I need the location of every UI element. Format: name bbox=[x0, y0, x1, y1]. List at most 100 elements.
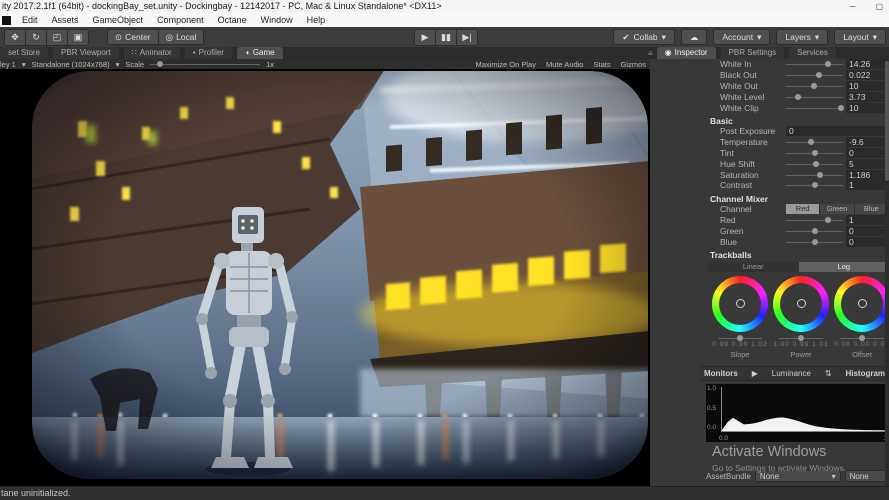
white-out-slider[interactable] bbox=[786, 81, 843, 91]
tab-asset-store[interactable]: set Store bbox=[0, 47, 48, 59]
pause-button[interactable]: ▮▮ bbox=[435, 29, 456, 46]
menu-edit[interactable]: Edit bbox=[15, 15, 45, 25]
power-color-wheel[interactable] bbox=[773, 276, 829, 332]
hue-shift-knob[interactable] bbox=[813, 161, 819, 167]
white-out-knob[interactable] bbox=[811, 83, 817, 89]
slope-slider[interactable] bbox=[718, 335, 762, 341]
menu-component[interactable]: Component bbox=[150, 15, 211, 25]
saturation-value[interactable]: 1.186 bbox=[846, 170, 889, 180]
monitors-mode-dropdown[interactable]: Luminance bbox=[772, 369, 811, 378]
scale-slider-knob[interactable] bbox=[157, 61, 163, 67]
contrast-value[interactable]: 1 bbox=[846, 180, 889, 190]
tab-profiler[interactable]: ▪ Profiler bbox=[185, 47, 232, 59]
tint-knob[interactable] bbox=[812, 150, 818, 156]
power-wheel-cursor[interactable] bbox=[797, 299, 806, 308]
scale-tool-icon[interactable]: ◰ bbox=[46, 29, 67, 46]
post-exposure-field[interactable]: 0 bbox=[786, 126, 889, 136]
tint-slider[interactable] bbox=[786, 148, 843, 158]
white-clip-value[interactable]: 10 bbox=[846, 103, 889, 113]
mixer-blue-value[interactable]: 0 bbox=[846, 237, 889, 247]
contrast-slider[interactable] bbox=[786, 180, 843, 190]
assetbundle-dropdown[interactable]: None ▾ bbox=[755, 470, 841, 482]
menu-octane[interactable]: Octane bbox=[211, 15, 254, 25]
tab-inspector[interactable]: ◉ Inspector bbox=[657, 47, 716, 59]
power-slider[interactable] bbox=[779, 335, 823, 341]
play-button[interactable]: ▶ bbox=[414, 29, 435, 46]
white-level-value[interactable]: 3.73 bbox=[846, 92, 889, 102]
white-level-slider[interactable] bbox=[786, 92, 843, 102]
slope-wheel-cursor[interactable] bbox=[736, 299, 745, 308]
slope-color-wheel[interactable] bbox=[712, 276, 768, 332]
temperature-value[interactable]: -9.6 bbox=[846, 137, 889, 147]
channel-blue-button[interactable]: Blue bbox=[855, 204, 889, 214]
maximize-on-play-toggle[interactable]: Maximize On Play bbox=[476, 60, 536, 69]
offset-wheel-cursor[interactable] bbox=[858, 299, 867, 308]
white-clip-knob[interactable] bbox=[838, 105, 844, 111]
black-out-value[interactable]: 0.022 bbox=[846, 70, 889, 80]
trackballs-linear-tab[interactable]: Linear bbox=[708, 262, 799, 272]
white-in-knob[interactable] bbox=[825, 61, 831, 67]
white-out-value[interactable]: 10 bbox=[846, 81, 889, 91]
stats-toggle[interactable]: Stats bbox=[593, 60, 610, 69]
contrast-knob[interactable] bbox=[812, 182, 818, 188]
saturation-slider[interactable] bbox=[786, 170, 843, 180]
mixer-red-slider[interactable] bbox=[786, 215, 843, 225]
offset-knob[interactable] bbox=[859, 335, 865, 341]
scale-slider[interactable] bbox=[150, 64, 260, 65]
monitors-type-dropdown[interactable]: Histogram bbox=[845, 369, 885, 378]
white-in-value[interactable]: 14.26 bbox=[846, 59, 889, 69]
assetbundle-variant-dropdown[interactable]: None bbox=[845, 470, 889, 482]
step-button[interactable]: ▶| bbox=[456, 29, 478, 46]
slope-knob[interactable] bbox=[737, 335, 743, 341]
panel-menu-icon[interactable]: ≡ bbox=[648, 49, 653, 58]
layout-button[interactable]: Layout ▾ bbox=[834, 29, 886, 45]
inspector-scrollbar-thumb[interactable] bbox=[885, 61, 889, 181]
collab-button[interactable]: ✔ Collab ▾ bbox=[613, 29, 675, 45]
resolution-dropdown[interactable]: Standalone (1024x768) bbox=[32, 60, 110, 69]
mixer-blue-knob[interactable] bbox=[812, 239, 818, 245]
offset-slider[interactable] bbox=[840, 335, 884, 341]
monitors-play-icon[interactable]: ▶ bbox=[752, 369, 758, 378]
mixer-blue-slider[interactable] bbox=[786, 237, 843, 247]
maximize-icon[interactable]: ▢ bbox=[875, 0, 883, 13]
mixer-green-value[interactable]: 0 bbox=[846, 226, 889, 236]
trackballs-log-tab[interactable]: Log bbox=[799, 262, 889, 272]
menu-assets[interactable]: Assets bbox=[45, 15, 86, 25]
saturation-knob[interactable] bbox=[817, 172, 823, 178]
cloud-button[interactable]: ☁ bbox=[681, 29, 708, 45]
menu-help[interactable]: Help bbox=[300, 15, 333, 25]
space-local-button[interactable]: ◎ Local bbox=[159, 29, 205, 45]
menu-gameobject[interactable]: GameObject bbox=[86, 15, 151, 25]
move-tool-icon[interactable]: ✥ bbox=[4, 29, 25, 46]
temperature-slider[interactable] bbox=[786, 137, 843, 147]
tab-pbr-settings[interactable]: PBR Settings bbox=[721, 47, 785, 59]
layers-button[interactable]: Layers ▾ bbox=[776, 29, 828, 45]
black-out-slider[interactable] bbox=[786, 70, 843, 80]
tab-pbr-viewport[interactable]: PBR Viewport bbox=[53, 47, 119, 59]
rect-tool-icon[interactable]: ▣ bbox=[67, 29, 89, 46]
white-clip-slider[interactable] bbox=[786, 103, 843, 113]
black-out-knob[interactable] bbox=[816, 72, 822, 78]
account-button[interactable]: Account ▾ bbox=[713, 29, 770, 45]
display-dropdown[interactable]: ley 1 bbox=[0, 60, 16, 69]
inspector-scrollbar[interactable] bbox=[885, 59, 889, 486]
channel-green-button[interactable]: Green bbox=[820, 204, 854, 214]
hue-shift-value[interactable]: 5 bbox=[846, 159, 889, 169]
white-level-knob[interactable] bbox=[795, 94, 801, 100]
mixer-red-knob[interactable] bbox=[825, 217, 831, 223]
gizmos-dropdown[interactable]: Gizmos bbox=[621, 60, 646, 69]
minimize-icon[interactable]: ─ bbox=[850, 0, 856, 13]
offset-color-wheel[interactable] bbox=[834, 276, 889, 332]
rotate-tool-icon[interactable]: ↻ bbox=[25, 29, 46, 46]
tab-animator[interactable]: ∷ Animator bbox=[124, 47, 180, 59]
tint-value[interactable]: 0 bbox=[846, 148, 889, 158]
channel-red-button[interactable]: Red bbox=[786, 204, 820, 214]
mixer-green-slider[interactable] bbox=[786, 226, 843, 236]
tab-services[interactable]: Services bbox=[789, 47, 836, 59]
menu-window[interactable]: Window bbox=[254, 15, 300, 25]
white-in-slider[interactable] bbox=[786, 59, 843, 69]
tab-game[interactable]: ◖ Game bbox=[237, 47, 283, 59]
hue-shift-slider[interactable] bbox=[786, 159, 843, 169]
power-knob[interactable] bbox=[798, 335, 804, 341]
temperature-knob[interactable] bbox=[808, 139, 814, 145]
